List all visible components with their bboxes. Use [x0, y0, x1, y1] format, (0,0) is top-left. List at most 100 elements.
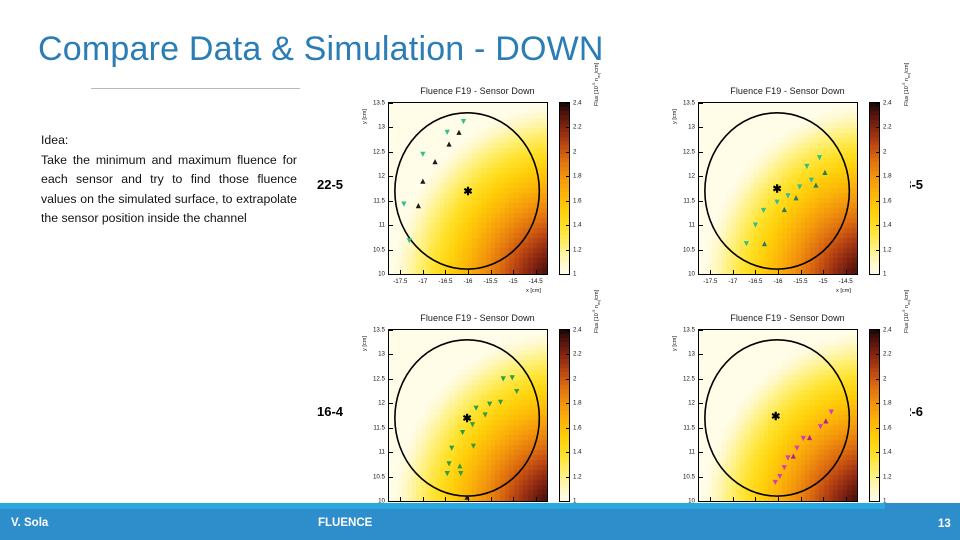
data-marker: [804, 163, 810, 170]
y-axis-tick-mark: [699, 249, 703, 251]
data-marker: [772, 479, 778, 486]
colorbar-tick-label: 2: [883, 375, 887, 383]
data-marker: [444, 129, 450, 135]
y-axis-tick-label: 11: [688, 448, 695, 456]
data-marker: [460, 118, 467, 125]
colorbar-tick-mark: [876, 127, 880, 129]
idea-text-block: Idea: Take the minimum and maximum fluen…: [41, 131, 297, 228]
colorbar-tick-mark: [876, 452, 880, 454]
x-axis-tick-mark: [535, 270, 537, 274]
x-axis-tick-mark: [732, 497, 734, 501]
sensor-center-star-icon: ✱: [771, 411, 780, 423]
data-marker: [444, 471, 450, 477]
heatmap-plot-area: ✱: [388, 329, 548, 502]
y-axis-label: y [cm]: [672, 336, 678, 351]
x-axis-tick-mark: [490, 270, 492, 274]
colorbar-tick-label: 1: [573, 270, 577, 278]
y-axis-tick-mark: [699, 200, 703, 202]
y-axis-tick-label: 11: [378, 221, 385, 229]
colorbar-tick-label: 2: [883, 148, 887, 156]
page-title: Compare Data & Simulation - DOWN: [38, 30, 604, 68]
sensor-center-star-icon: ✱: [463, 186, 472, 198]
colorbar-tick-mark: [566, 378, 570, 380]
x-axis-tick-mark: [755, 270, 757, 274]
data-marker: [497, 399, 504, 405]
data-marker: [458, 471, 464, 477]
colorbar-gradient: [560, 330, 569, 501]
y-axis-tick-mark: [389, 200, 393, 202]
x-axis-tick-mark: [513, 497, 515, 501]
colorbar-tick-mark: [876, 378, 880, 380]
x-axis-tick-mark: [468, 270, 469, 274]
colorbar-tick-label: 1.8: [573, 399, 582, 407]
data-marker: [800, 435, 806, 442]
heatmap-plot-area: ✱: [698, 102, 858, 275]
data-marker: [781, 206, 787, 213]
y-axis-tick-mark: [389, 501, 393, 502]
colorbar-label: Flux [10-5 neq/cm]: [591, 62, 601, 106]
y-axis-tick-label: 13.5: [682, 326, 695, 334]
x-axis-tick-mark: [823, 497, 825, 501]
colorbar-tick-mark: [876, 225, 880, 227]
y-axis-tick-label: 12.5: [372, 375, 385, 383]
x-axis-tick-label: -16.5: [438, 278, 453, 285]
colorbar-tick-mark: [566, 427, 570, 429]
colorbar-tick-label: 2.2: [883, 123, 892, 131]
data-marker: [823, 418, 829, 424]
data-marker: [449, 445, 455, 451]
y-axis-tick-mark: [389, 476, 393, 478]
colorbar-tick-mark: [876, 176, 880, 178]
x-axis-tick-mark: [400, 497, 402, 501]
fluence-figure-22-5: Fluence F19 - Sensor Down ✱ 10 10.5 11 11.5 12…: [355, 63, 601, 298]
idea-body: Take the minimum and maximum fluence for…: [41, 153, 297, 225]
x-axis-tick-label: -15.5: [793, 278, 808, 285]
x-axis-tick-label: -17.5: [393, 278, 408, 285]
x-axis-tick-mark: [732, 270, 734, 274]
data-marker: [446, 141, 452, 147]
y-axis-tick-mark: [699, 476, 703, 478]
y-axis-tick-mark: [699, 427, 703, 429]
data-marker: [487, 401, 493, 407]
fluence-figure-13-5: Fluence F19 - Sensor Down ✱ 10 10.5 11 11.5 12…: [665, 63, 911, 298]
data-marker: [817, 424, 824, 430]
y-axis-tick-mark: [389, 354, 393, 356]
y-axis-label: y [cm]: [362, 109, 368, 124]
sensor-label-bottom-left: 16-4: [317, 404, 344, 419]
y-axis-tick-mark: [389, 378, 393, 380]
sensor-center-star-icon: ✱: [772, 184, 781, 196]
circle-and-markers-overlay: ✱: [394, 338, 541, 500]
circle-and-markers-overlay: ✱: [394, 111, 541, 270]
data-marker: [401, 201, 407, 207]
y-axis-tick-mark: [389, 452, 393, 454]
x-axis-tick-label: -15.5: [483, 278, 498, 285]
data-marker: [828, 409, 834, 415]
colorbar-tick-label: 1.8: [883, 399, 892, 407]
data-marker: [500, 376, 506, 382]
data-marker: [470, 443, 477, 449]
y-axis-tick-label: 13.5: [372, 326, 385, 334]
sensor-center-star-icon: ✱: [462, 413, 471, 425]
colorbar-tick-mark: [566, 151, 570, 153]
data-marker: [420, 151, 426, 157]
colorbar-tick-label: 2.4: [573, 99, 582, 107]
x-axis-tick-mark: [778, 497, 779, 501]
x-axis-tick-label: -16: [463, 278, 473, 285]
sensor-label-top-left: 22-5: [317, 177, 344, 192]
data-marker: [807, 434, 813, 441]
y-axis-tick-mark: [389, 274, 393, 275]
y-axis-tick-mark: [699, 274, 703, 275]
y-axis-tick-mark: [389, 127, 393, 129]
x-axis-tick-mark: [845, 270, 847, 274]
colorbar-tick-mark: [566, 330, 570, 331]
colorbar-tick-label: 1.6: [573, 197, 582, 205]
colorbar-tick-label: 1.6: [573, 424, 582, 432]
data-marker: [822, 169, 828, 175]
fluence-figure-16-4: Fluence F19 - Sensor Down ✱ 10 10.5 11 11.5 12…: [355, 290, 601, 525]
y-axis-tick-label: 13: [378, 123, 385, 131]
y-axis-tick-mark: [699, 151, 703, 153]
data-marker: [459, 430, 466, 436]
colorbar-tick-label: 1.4: [883, 448, 892, 456]
colorbar-tick-label: 1.4: [573, 448, 582, 456]
colorbar-tick-label: 2.2: [573, 123, 582, 131]
colorbar-tick-mark: [876, 274, 880, 275]
